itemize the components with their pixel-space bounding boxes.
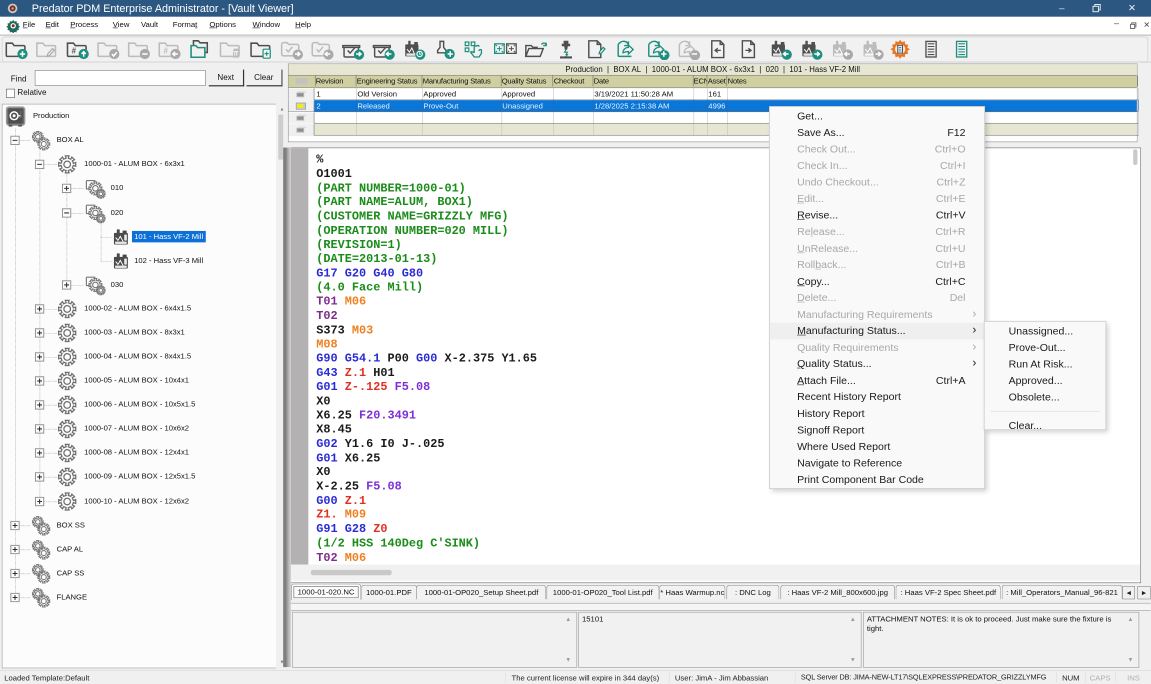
svg-text:#: #: [72, 46, 77, 55]
svg-text:#: #: [163, 46, 168, 55]
